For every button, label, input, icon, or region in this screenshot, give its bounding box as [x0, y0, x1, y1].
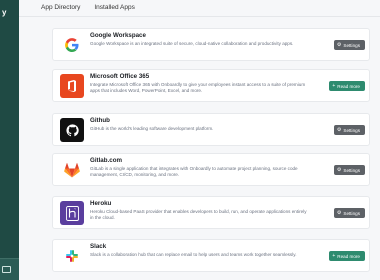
app-card-microsoft-office-365: Microsoft Office 365 Integrate Microsoft…: [52, 69, 370, 102]
app-title: Microsoft Office 365: [90, 73, 150, 80]
app-description: Integrate Microsoft Office 365 with Onbo…: [90, 82, 306, 94]
app-title: Github: [90, 117, 110, 124]
app-description: Heroku Cloud-based PaaS provider that en…: [90, 209, 307, 221]
app-card-github: Github GitHub is the world's leading sof…: [52, 113, 370, 146]
read-more-button[interactable]: + Read more: [329, 251, 365, 261]
tab-bar: App Directory Installed Apps: [41, 0, 135, 16]
settings-button[interactable]: ⚙ Settings: [333, 40, 365, 50]
plus-icon: +: [332, 83, 336, 89]
google-logo-icon: [60, 33, 84, 57]
settings-button[interactable]: ⚙ Settings: [333, 165, 365, 175]
app-card-slack: Slack Slack is a collaboration hub that …: [52, 239, 370, 272]
app-description: Slack is a collaboration hub that can re…: [90, 252, 297, 257]
app-card-google-workspace: Google Workspace Google Workspace is an …: [52, 28, 370, 61]
settings-button[interactable]: ⚙ Settings: [333, 208, 365, 218]
app-description: GitLab is a single application that inte…: [90, 166, 298, 178]
app-title: Google Workspace: [90, 32, 146, 39]
app-title: Slack: [90, 243, 107, 250]
read-more-button[interactable]: + Read more: [329, 81, 365, 91]
app-description: Google Workspace is an integrated suite …: [90, 41, 294, 46]
tab-installed-apps[interactable]: Installed Apps: [94, 0, 134, 16]
app-card-gitlab: Gitlab.com GitLab is a single applicatio…: [52, 153, 370, 186]
heroku-logo-icon: [60, 201, 84, 225]
gear-icon: ⚙: [336, 167, 342, 173]
gear-icon: ⚙: [336, 210, 342, 216]
gear-icon: ⚙: [336, 42, 342, 48]
plus-icon: +: [332, 253, 336, 259]
settings-button[interactable]: ⚙ Settings: [333, 125, 365, 135]
gitlab-logo-icon: [60, 158, 84, 182]
panel-icon: [2, 266, 11, 273]
app-title: Gitlab.com: [90, 157, 122, 164]
tab-app-directory[interactable]: App Directory: [41, 0, 80, 16]
app-title: Heroku: [90, 200, 112, 207]
slack-logo-icon: [60, 244, 84, 268]
tab-divider: [19, 16, 380, 17]
app-description: GitHub is the world's leading software d…: [90, 126, 214, 131]
github-logo-icon: [60, 118, 84, 142]
brand-logo: y: [2, 8, 7, 17]
sidebar-toggle-button[interactable]: [0, 258, 19, 280]
sidebar: y: [0, 0, 19, 280]
gear-icon: ⚙: [336, 127, 342, 133]
office-logo-icon: [60, 74, 84, 98]
app-card-heroku: Heroku Heroku Cloud-based PaaS provider …: [52, 196, 370, 229]
